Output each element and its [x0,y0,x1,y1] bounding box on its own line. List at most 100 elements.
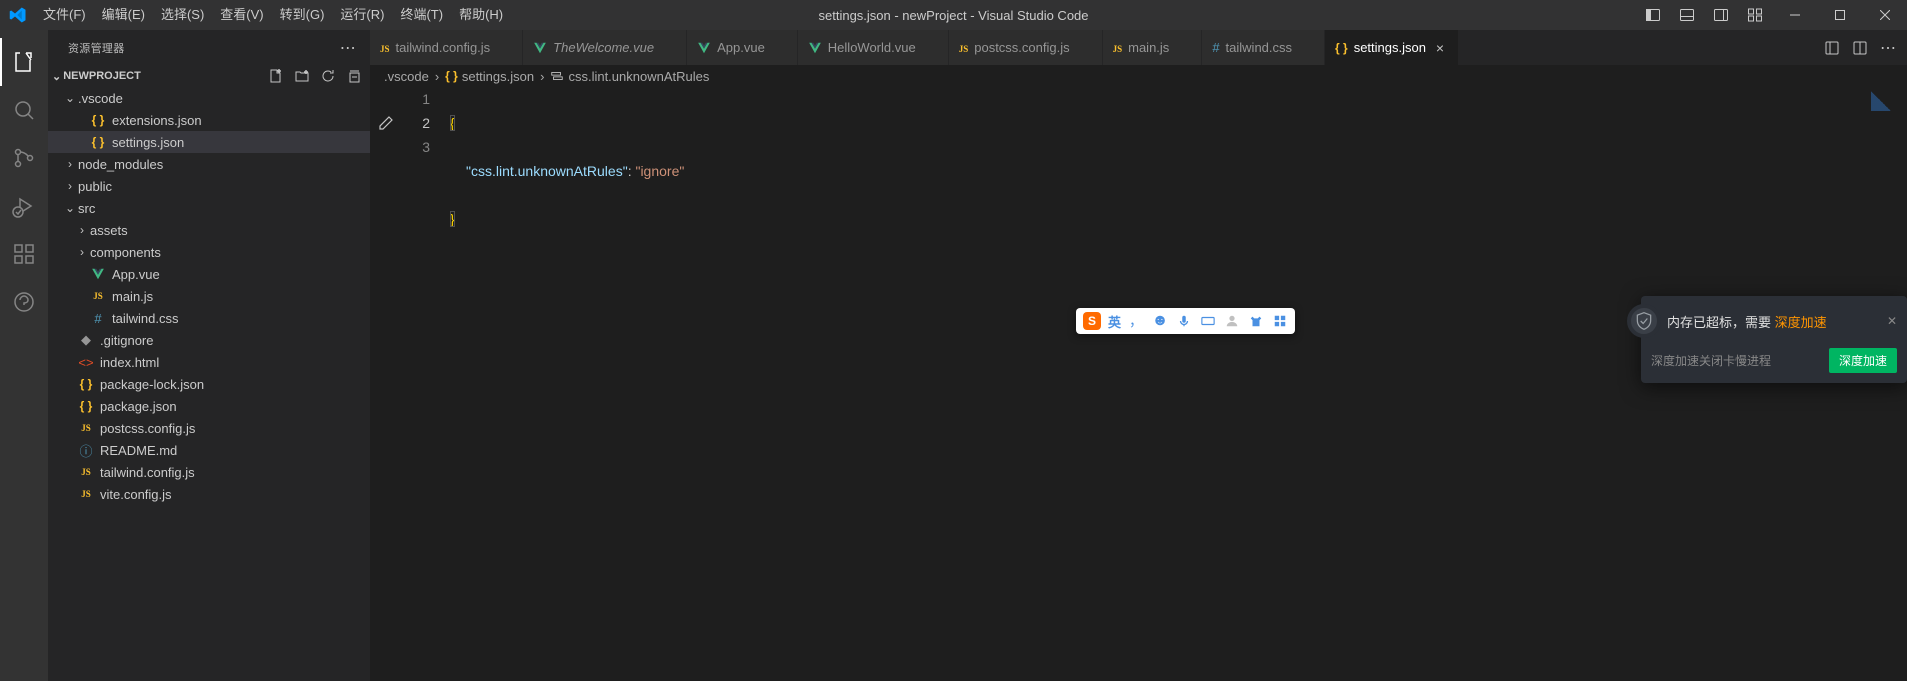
file-tree: ⌄.vscode{ }extensions.json{ }settings.js… [48,87,370,505]
file-item[interactable]: { }settings.json [48,131,370,153]
folder-name: src [78,201,95,216]
folder-name: node_modules [78,157,163,172]
editor-tab[interactable]: #tailwind.css× [1202,30,1325,65]
toggle-secondary-sidebar-icon[interactable] [1704,0,1738,30]
ime-lang-label[interactable]: 英 [1108,312,1121,331]
accelerate-button[interactable]: 深度加速 [1829,348,1897,373]
editor-tab[interactable]: HelloWorld.vue× [798,30,949,65]
breadcrumb-item[interactable]: css.lint.unknownAtRules [568,69,709,84]
file-name: package-lock.json [100,377,204,392]
toggle-panel-icon[interactable] [1670,0,1704,30]
folder-item[interactable]: ›public [48,175,370,197]
css-icon: # [94,311,101,326]
js-icon: JS [81,467,91,477]
folder-item[interactable]: ⌄src [48,197,370,219]
file-item[interactable]: { }package-lock.json [48,373,370,395]
activity-run-debug[interactable] [0,182,48,230]
activity-explorer[interactable] [0,38,48,86]
file-item[interactable]: { }package.json [48,395,370,417]
menu-selection[interactable]: 选择(S) [153,0,212,30]
ime-punct-icon[interactable]: ， [1127,312,1145,330]
emoji-icon[interactable]: ☻ [1151,312,1169,330]
toggle-primary-sidebar-icon[interactable] [1636,0,1670,30]
menu-file[interactable]: 文件(F) [35,0,94,30]
toolbox-icon[interactable] [1271,312,1289,330]
file-item[interactable]: <>index.html [48,351,370,373]
code-content[interactable]: { "css.lint.unknownAtRules": "ignore" } [450,87,1907,681]
skin-icon[interactable] [1247,312,1265,330]
file-name: index.html [100,355,159,370]
open-changes-icon[interactable] [1821,37,1843,59]
keyboard-icon[interactable] [1199,312,1217,330]
popup-message: 内存已超标，需要 深度加速 [1667,312,1827,331]
sogou-logo-icon: S [1082,311,1102,331]
file-item[interactable]: ⓘREADME.md [48,439,370,461]
vue-icon [808,41,822,55]
tab-label: tailwind.css [1226,40,1292,55]
editor-tab[interactable]: { }settings.json× [1325,30,1459,65]
file-name: .gitignore [100,333,153,348]
editor-tab[interactable]: TheWelcome.vue× [523,30,687,65]
menu-edit[interactable]: 编辑(E) [94,0,153,30]
json-icon: { } [92,113,105,127]
new-file-icon[interactable] [268,68,284,84]
more-actions-icon[interactable]: ⋯ [1877,37,1899,59]
chevron-right-icon: › [74,223,90,237]
editor-tab[interactable]: JSpostcss.config.js× [949,30,1103,65]
code-editor[interactable]: 1 2 3 { "css.lint.unknownAtRules": "igno… [370,87,1907,681]
menu-go[interactable]: 转到(G) [272,0,333,30]
file-name: App.vue [112,267,160,282]
editor-tab[interactable]: JStailwind.config.js× [370,30,523,65]
popup-subtext: 深度加速关闭卡慢进程 [1651,352,1771,369]
activity-extensions[interactable] [0,230,48,278]
activity-search[interactable] [0,86,48,134]
file-item[interactable]: { }extensions.json [48,109,370,131]
menu-view[interactable]: 查看(V) [212,0,271,30]
folder-item[interactable]: ⌄.vscode [48,87,370,109]
close-tab-icon[interactable]: × [1432,40,1448,56]
window-title: settings.json - newProject - Visual Stud… [818,8,1088,23]
file-item[interactable]: JStailwind.config.js [48,461,370,483]
menu-help[interactable]: 帮助(H) [451,0,511,30]
voice-icon[interactable] [1175,312,1193,330]
activity-source-control[interactable] [0,134,48,182]
chevron-right-icon: › [62,157,78,171]
minimize-button[interactable] [1772,0,1817,30]
chevron-right-icon: › [62,179,78,193]
maximize-button[interactable] [1817,0,1862,30]
file-item[interactable]: App.vue [48,263,370,285]
breadcrumb-item[interactable]: settings.json [462,69,534,84]
file-item[interactable]: ◆.gitignore [48,329,370,351]
user-icon[interactable] [1223,312,1241,330]
split-editor-icon[interactable] [1849,37,1871,59]
new-folder-icon[interactable] [294,68,310,84]
refresh-icon[interactable] [320,68,336,84]
file-item[interactable]: #tailwind.css [48,307,370,329]
js-icon: JS [81,423,91,433]
editor-tab[interactable]: App.vue× [687,30,798,65]
collapse-all-icon[interactable] [346,68,362,84]
menu-run[interactable]: 运行(R) [332,0,392,30]
editor-tab[interactable]: JSmain.js× [1103,30,1203,65]
tencent-accelerate-popup: 内存已超标，需要 深度加速 ✕ 深度加速关闭卡慢进程 深度加速 [1641,296,1907,383]
activity-chat[interactable] [0,278,48,326]
ime-toolbar[interactable]: S 英 ， ☻ [1076,308,1295,334]
css-icon: # [1212,40,1219,55]
file-item[interactable]: JSpostcss.config.js [48,417,370,439]
folder-section-header[interactable]: ⌄ NEWPROJECT [48,65,370,87]
folder-item[interactable]: ›components [48,241,370,263]
file-item[interactable]: JSvite.config.js [48,483,370,505]
menu-terminal[interactable]: 终端(T) [392,0,451,30]
sidebar-more-icon[interactable]: ⋯ [340,38,362,58]
breadcrumb[interactable]: .vscode › { }settings.json › css.lint.un… [370,65,1907,87]
popup-close-icon[interactable]: ✕ [1887,314,1897,328]
folder-item[interactable]: ›assets [48,219,370,241]
file-item[interactable]: JSmain.js [48,285,370,307]
breadcrumb-item[interactable]: .vscode [384,69,429,84]
close-button[interactable] [1862,0,1907,30]
tab-label: tailwind.config.js [396,40,491,55]
customize-layout-icon[interactable] [1738,0,1772,30]
minimap[interactable] [1871,91,1891,111]
tab-label: TheWelcome.vue [553,40,654,55]
folder-item[interactable]: ›node_modules [48,153,370,175]
